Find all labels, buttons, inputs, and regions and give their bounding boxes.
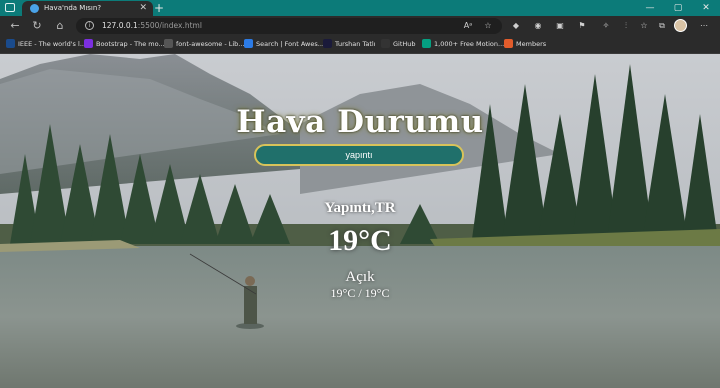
bookmarks-bar: IEEE - The world's l... Bootstrap - The m…: [0, 36, 720, 54]
new-tab-button[interactable]: +: [154, 0, 164, 16]
address-bar[interactable]: i 127.0.0.1:5500/index.html Aᵃ ☆: [76, 18, 502, 34]
bookmark-item[interactable]: Members: [504, 38, 546, 50]
browser-title-bar: Hava'nda Mısın? ✕ + — ▢ ✕: [0, 0, 720, 16]
members-icon: [504, 39, 513, 48]
split-screen-icon[interactable]: ⫶: [620, 20, 632, 32]
bookmark-item[interactable]: GitHub: [381, 38, 416, 50]
bootstrap-icon: [84, 39, 93, 48]
close-window-button[interactable]: ✕: [692, 0, 720, 16]
city-search-input[interactable]: yapıntı: [254, 144, 464, 166]
extension-shield-icon[interactable]: ◆: [510, 20, 522, 32]
ieee-icon: [6, 39, 15, 48]
extension-windows-icon[interactable]: ▣: [554, 20, 566, 32]
minimize-button[interactable]: —: [636, 0, 664, 16]
reload-icon[interactable]: ↻: [30, 19, 44, 33]
home-icon[interactable]: ⌂: [53, 19, 67, 33]
city-name: Yapıntı,TR: [324, 200, 396, 216]
bookmark-label: Search | Font Awes...: [256, 40, 324, 48]
bookmark-label: IEEE - The world's l...: [18, 40, 87, 48]
browser-tab[interactable]: Hava'nda Mısın? ✕: [22, 1, 153, 16]
bookmark-item[interactable]: Bootstrap - The mo...: [84, 38, 165, 50]
flag-icon: [244, 39, 253, 48]
extensions-icon[interactable]: ✧: [600, 20, 612, 32]
info-icon[interactable]: i: [85, 21, 94, 30]
bookmark-label: font-awesome - Lib...: [176, 40, 245, 48]
globe-icon: [30, 4, 39, 13]
tab-close-button[interactable]: ✕: [139, 2, 147, 14]
bookmark-label: Turshan Tatlı: [335, 40, 376, 48]
bookmark-item[interactable]: 1,000+ Free Motion...: [422, 38, 504, 50]
page-title: Hava Durumu: [236, 104, 484, 140]
weather-description: Açık: [345, 269, 375, 285]
bookmark-item[interactable]: Search | Font Awes...: [244, 38, 324, 50]
page-viewport: Hava Durumu yapıntı Yapıntı,TR 19°C Açık…: [0, 54, 720, 388]
bookmark-label: 1,000+ Free Motion...: [434, 40, 505, 48]
temperature-range: 19°C / 19°C: [330, 286, 390, 300]
bookmark-item[interactable]: font-awesome - Lib...: [164, 38, 245, 50]
collections-icon[interactable]: ⧉: [656, 20, 668, 32]
tab-title: Hava'nda Mısın?: [44, 4, 102, 12]
bookmark-item[interactable]: IEEE - The world's l...: [6, 38, 86, 50]
temperature-value: 19°C: [328, 224, 392, 257]
favorite-add-icon[interactable]: ☆: [482, 20, 494, 32]
extension-puzzle-icon[interactable]: ⚑: [576, 20, 588, 32]
tab-actions-icon[interactable]: [5, 3, 15, 12]
code-icon: [164, 39, 173, 48]
read-aloud-icon[interactable]: Aᵃ: [462, 20, 474, 32]
maximize-button[interactable]: ▢: [664, 0, 692, 16]
back-icon[interactable]: ←: [8, 19, 22, 33]
tt-icon: [323, 39, 332, 48]
extension-copilot-icon[interactable]: ◉: [532, 20, 544, 32]
browser-toolbar: ← ↻ ⌂ i 127.0.0.1:5500/index.html Aᵃ ☆ ◆…: [0, 16, 720, 36]
px-icon: [422, 39, 431, 48]
bookmark-item[interactable]: Turshan Tatlı: [323, 38, 376, 50]
profile-avatar[interactable]: [674, 19, 687, 32]
bookmark-label: Bootstrap - The mo...: [96, 40, 165, 48]
github-icon: [381, 39, 390, 48]
bookmark-label: GitHub: [393, 40, 416, 48]
address-url: 127.0.0.1:5500/index.html: [102, 21, 202, 30]
bookmark-label: Members: [516, 40, 547, 48]
menu-icon[interactable]: ⋯: [698, 20, 710, 32]
favorites-icon[interactable]: ☆: [638, 20, 650, 32]
